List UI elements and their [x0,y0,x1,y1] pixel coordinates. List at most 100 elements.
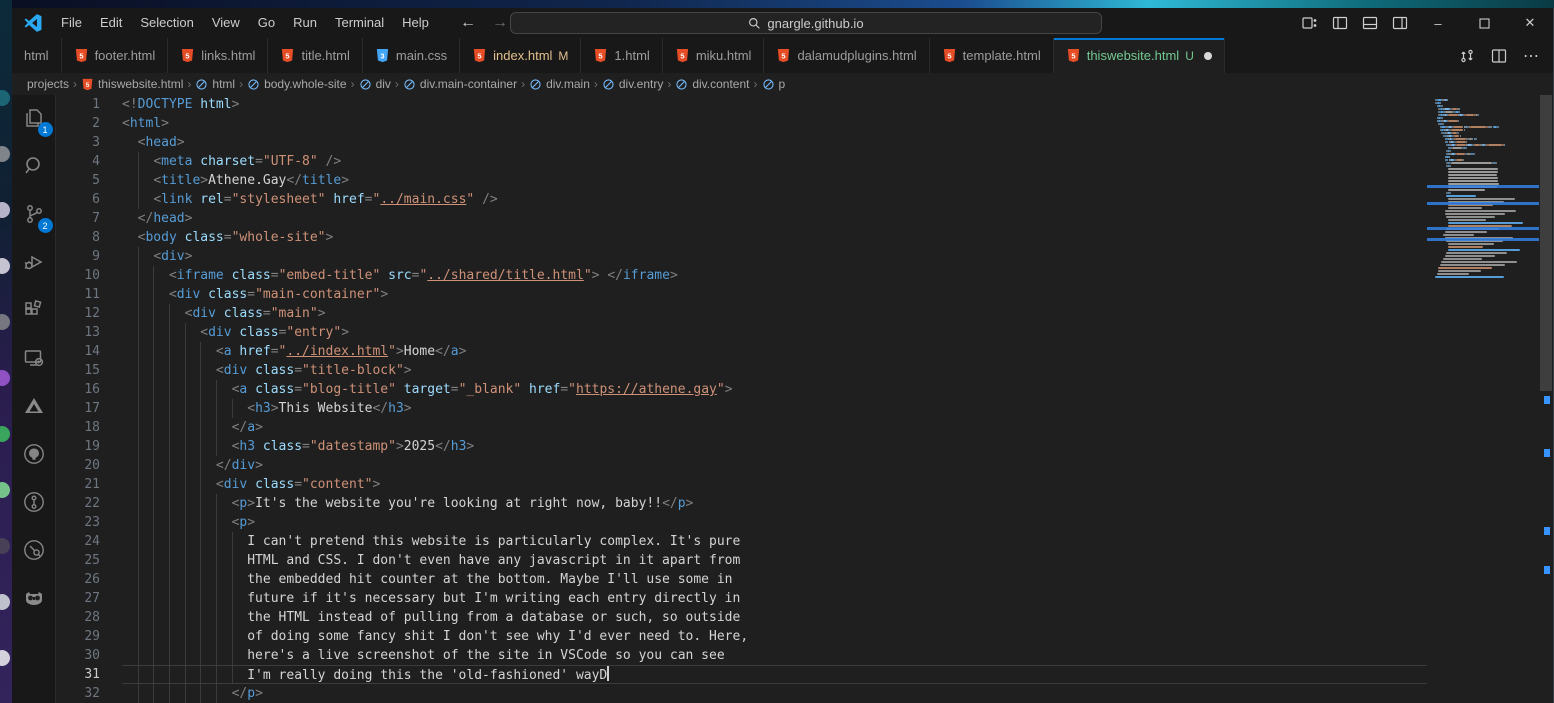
gitlens-inspect-icon[interactable] [17,533,51,567]
code-line-18[interactable]: </a> [122,418,1427,437]
tab-dalamudplugins.html[interactable]: 5dalamudplugins.html [764,38,929,73]
explorer-icon[interactable]: 1 [17,101,51,135]
code-line-17[interactable]: <h3>This Website</h3> [122,399,1427,418]
github-icon[interactable] [17,437,51,471]
godot-tools-icon[interactable] [17,581,51,615]
breadcrumb-item-thiswebsite.html[interactable]: 5thiswebsite.html [81,77,183,91]
navigate-back-icon[interactable]: ← [460,14,476,32]
code-line-13[interactable]: <div class="entry"> [122,323,1427,342]
scrollbar-thumb[interactable] [1540,95,1552,391]
tab-1.html[interactable]: 51.html [581,38,662,73]
close-button[interactable]: ✕ [1507,8,1553,38]
code-line-10[interactable]: <iframe class="embed-title" src="../shar… [122,266,1427,285]
tab-title.html[interactable]: 5title.html [268,38,362,73]
code-line-3[interactable]: <head> [122,133,1427,152]
unsaved-dot-icon[interactable] [1204,52,1212,60]
breadcrumb-item-div.content[interactable]: div.content [675,77,749,91]
code-line-2[interactable]: <html> [122,114,1427,133]
breadcrumb-item-div[interactable]: div [359,77,391,91]
code-line-5[interactable]: <title>Athene.Gay</title> [122,171,1427,190]
triangle-extension-icon[interactable] [17,389,51,423]
indent-guide [169,456,170,475]
gitlens-icon[interactable] [17,485,51,519]
code-line-16[interactable]: <a class="blog-title" target="_blank" hr… [122,380,1427,399]
breadcrumb-item-p[interactable]: p [762,77,786,91]
menu-selection[interactable]: Selection [131,15,202,30]
tab-index.html[interactable]: 5index.htmlM [460,38,581,73]
code-line-7[interactable]: </head> [122,209,1427,228]
code-line-24[interactable]: I can't pretend this website is particul… [122,532,1427,551]
split-editor-icon[interactable] [1485,42,1513,70]
code-line-20[interactable]: </div> [122,456,1427,475]
minimize-button[interactable]: – [1415,8,1461,38]
code-line-27[interactable]: future if it's necessary but I'm writing… [122,589,1427,608]
tab-template.html[interactable]: 5template.html [930,38,1054,73]
breadcrumb-item-html[interactable]: html [195,77,235,91]
editor-scrollbar[interactable] [1539,95,1553,703]
search-sidebar-icon[interactable] [17,149,51,183]
tab-miku.html[interactable]: 5miku.html [663,38,765,73]
code-line-1[interactable]: <!DOCTYPE html> [122,95,1427,114]
code-line-25[interactable]: HTML and CSS. I don't even have any java… [122,551,1427,570]
toggle-primary-sidebar-icon[interactable] [1325,8,1355,38]
code-line-23[interactable]: <p> [122,513,1427,532]
menu-edit[interactable]: Edit [91,15,131,30]
menu-file[interactable]: File [52,15,91,30]
indent-guide [153,361,154,380]
menu-terminal[interactable]: Terminal [326,15,393,30]
code-line-31[interactable]: I'm really doing this the 'old-fashioned… [122,665,1427,684]
line-number-gutter[interactable]: 1234567891011121314151617181920212223242… [56,95,100,703]
code-editor[interactable]: 1234567891011121314151617181920212223242… [56,95,1553,703]
menu-help[interactable]: Help [393,15,438,30]
breadcrumb-item-div.main-container[interactable]: div.main-container [403,77,517,91]
html-file-icon: 5 [280,48,295,63]
line-number: 4 [56,152,100,171]
breadcrumb-item-div.main[interactable]: div.main [529,77,590,91]
toggle-panel-icon[interactable] [1355,8,1385,38]
code-line-30[interactable]: here's a live screenshot of the site in … [122,646,1427,665]
source-control-icon[interactable]: 2 [17,197,51,231]
command-center-search[interactable]: gnargle.github.io [510,12,1102,34]
menu-run[interactable]: Run [284,15,326,30]
code-line-19[interactable]: <h3 class="datestamp">2025</h3> [122,437,1427,456]
code-line-8[interactable]: <body class="whole-site"> [122,228,1427,247]
code-line-32[interactable]: </p> [122,684,1427,703]
code-line-12[interactable]: <div class="main"> [122,304,1427,323]
code-line-9[interactable]: <div> [122,247,1427,266]
extensions-icon[interactable] [17,293,51,327]
code-line-14[interactable]: <a href="../index.html">Home</a> [122,342,1427,361]
code-line-26[interactable]: the embedded hit counter at the bottom. … [122,570,1427,589]
navigate-forward-icon[interactable]: → [492,14,508,32]
toggle-secondary-sidebar-icon[interactable] [1385,8,1415,38]
breadcrumb-item-body.whole-site[interactable]: body.whole-site [247,77,347,91]
tab-main.css[interactable]: 3main.css [363,38,460,73]
indent-guide [169,684,170,703]
code-line-6[interactable]: <link rel="stylesheet" href="../main.css… [122,190,1427,209]
maximize-button[interactable] [1461,8,1507,38]
code-line-21[interactable]: <div class="content"> [122,475,1427,494]
tab-links.html[interactable]: 5links.html [168,38,268,73]
code-line-11[interactable]: <div class="main-container"> [122,285,1427,304]
code-line-15[interactable]: <div class="title-block"> [122,361,1427,380]
minimap[interactable] [1427,95,1539,703]
menu-go[interactable]: Go [249,15,284,30]
tab-footer.html[interactable]: 5footer.html [62,38,169,73]
code-line-28[interactable]: the HTML instead of pulling from a datab… [122,608,1427,627]
breadcrumb-item-div.entry[interactable]: div.entry [602,77,663,91]
indent-guide [153,513,154,532]
tab-thiswebsite.html[interactable]: 5thiswebsite.htmlU [1054,38,1225,73]
line-number: 27 [56,589,100,608]
remote-explorer-icon[interactable] [17,341,51,375]
code-area[interactable]: <!DOCTYPE html><html> <head> <meta chars… [122,95,1427,703]
more-actions-icon[interactable]: ⋯ [1517,42,1545,70]
code-line-29[interactable]: of doing some fancy shit I don't see why… [122,627,1427,646]
minimap-line [1495,162,1497,164]
menu-view[interactable]: View [203,15,249,30]
customize-layout-icon[interactable] [1295,8,1325,38]
run-debug-icon[interactable] [17,245,51,279]
tab-html[interactable]: html [12,38,62,73]
code-line-4[interactable]: <meta charset="UTF-8" /> [122,152,1427,171]
open-changes-icon[interactable] [1453,42,1481,70]
code-line-22[interactable]: <p>It's the website you're looking at ri… [122,494,1427,513]
breadcrumb-item-projects[interactable]: projects [27,77,69,91]
